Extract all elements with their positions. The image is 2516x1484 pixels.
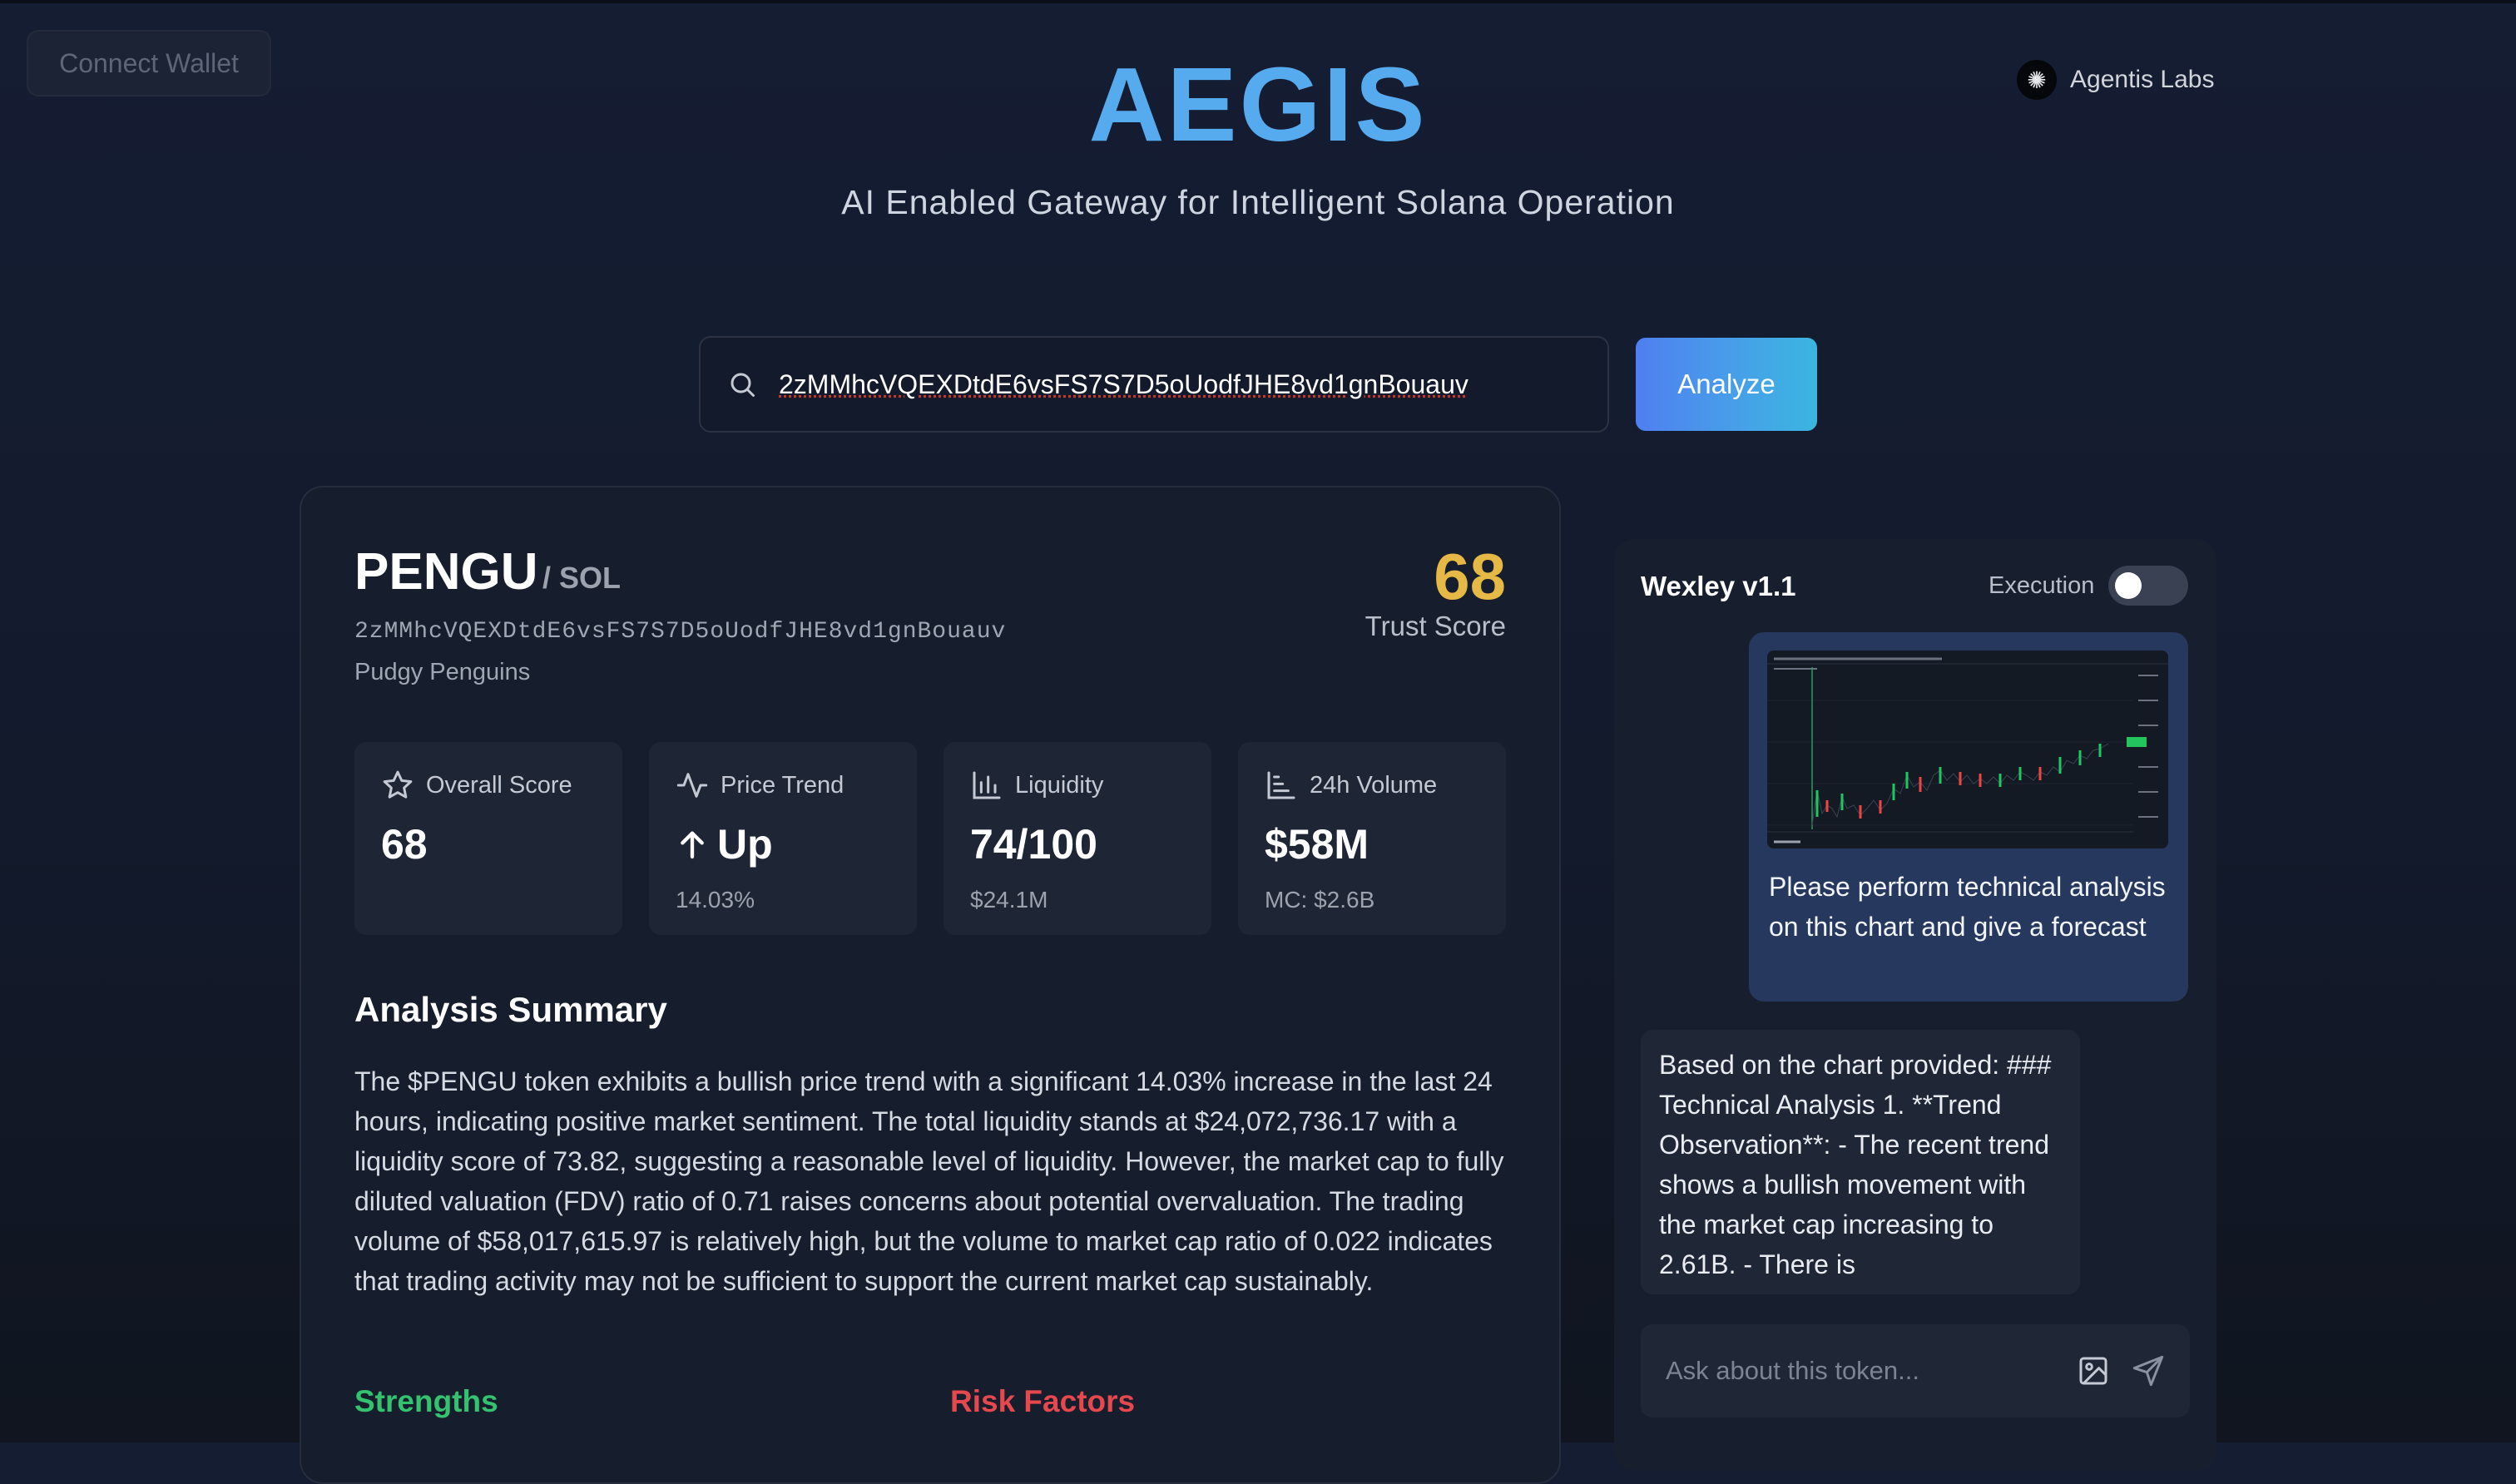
agentis-labs-link[interactable]: ✺ Agentis Labs [2017, 58, 2214, 101]
assistant-message: Based on the chart provided: ### Technic… [1641, 1030, 2080, 1294]
stat-value: $58M [1265, 821, 1369, 868]
org-name: Agentis Labs [2070, 66, 2215, 93]
image-upload-icon[interactable] [2077, 1354, 2110, 1388]
toggle-knob [2115, 572, 2142, 599]
search-icon [727, 369, 757, 399]
chat-title: Wexley v1.1 [1641, 571, 1796, 601]
top-border [0, 0, 2516, 3]
stat-liquidity: Liquidity 74/100 $24.1M [944, 742, 1211, 935]
token-chain: / SOL [542, 561, 622, 595]
stat-value: 68 [381, 821, 428, 868]
user-message: Please perform technical analysis on thi… [1749, 632, 2188, 1002]
send-icon[interactable] [2132, 1354, 2165, 1388]
trust-score-label: Trust Score [1364, 611, 1506, 641]
token-full-name: Pudgy Penguins [354, 659, 531, 685]
activity-icon [676, 769, 709, 802]
strengths-heading: Strengths [354, 1384, 498, 1418]
app-title: AEGIS [1088, 46, 1428, 163]
chat-panel: Wexley v1.1 Execution Please perform tec… [1614, 539, 2216, 1471]
analyze-button[interactable]: Analyze [1636, 338, 1817, 431]
arrow-up-icon [676, 826, 709, 863]
token-search-bar [699, 336, 1609, 433]
chart-image-attachment[interactable] [1767, 650, 2168, 848]
analysis-summary-text: The $PENGU token exhibits a bullish pric… [354, 1066, 1504, 1296]
stat-subvalue: $24.1M [970, 887, 1048, 913]
trust-score-value: 68 [1434, 540, 1506, 613]
app-subtitle: AI Enabled Gateway for Intelligent Solan… [841, 183, 1675, 221]
bar-chart-horizontal-icon [1265, 769, 1298, 802]
risk-factors-heading: Risk Factors [950, 1384, 1136, 1418]
stat-label: Liquidity [1015, 771, 1104, 799]
stat-label: Overall Score [426, 771, 572, 799]
token-analysis-card: PENGU / SOL 2zMMhcVQEXDtdE6vsFS7S7D5oUod… [300, 486, 1561, 1484]
execution-toggle[interactable] [2108, 566, 2188, 606]
user-message-text: Please perform technical analysis on thi… [1769, 872, 2166, 942]
stat-24h-volume: 24h Volume $58M MC: $2.6B [1238, 742, 1506, 935]
stat-subvalue: MC: $2.6B [1265, 887, 1375, 913]
token-address: 2zMMhcVQEXDtdE6vsFS7S7D5oUodfJHE8vd1gnBo… [354, 619, 1007, 645]
stat-subvalue: 14.03% [676, 887, 755, 913]
chat-input[interactable] [1666, 1356, 2055, 1386]
stat-price-trend: Price Trend Up 14.03% [649, 742, 917, 935]
token-symbol: PENGU [354, 543, 538, 601]
bar-chart-icon [970, 769, 1003, 802]
stat-label: 24h Volume [1310, 771, 1438, 799]
stat-label: Price Trend [721, 771, 844, 799]
stat-value: Up [717, 821, 773, 868]
token-address-input[interactable] [779, 359, 1607, 409]
analysis-summary-title: Analysis Summary [354, 990, 667, 1029]
star-icon [381, 769, 414, 802]
chat-input-bar [1641, 1324, 2190, 1417]
execution-label: Execution [1989, 572, 2095, 599]
stat-value: 74/100 [970, 821, 1097, 868]
agentis-logo-icon: ✺ [2017, 60, 2057, 100]
stat-overall-score: Overall Score 68 [354, 742, 622, 935]
